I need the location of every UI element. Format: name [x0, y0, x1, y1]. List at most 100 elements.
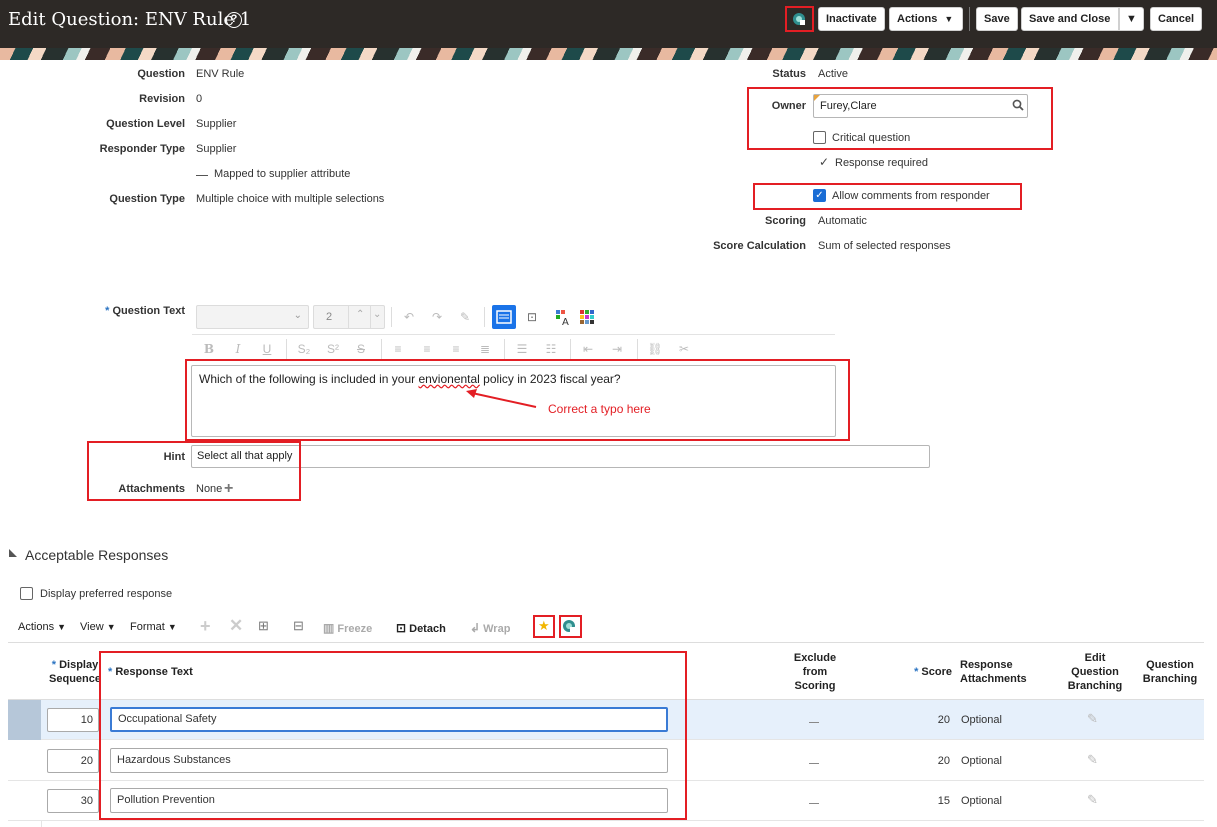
- inactivate-button[interactable]: Inactivate: [818, 7, 885, 31]
- chevron-down-icon: ▼: [106, 622, 116, 632]
- align-right-icon[interactable]: ≡: [447, 340, 465, 358]
- score-value: 15: [937, 795, 950, 807]
- row-selector[interactable]: [8, 700, 41, 740]
- table-view-menu[interactable]: View ▼: [80, 621, 116, 633]
- bulleted-list-icon[interactable]: ☰: [513, 340, 531, 358]
- hint-input[interactable]: Select all that apply: [191, 445, 930, 468]
- indent-icon[interactable]: ⇥: [608, 340, 626, 358]
- response-required-label: Response required: [835, 157, 928, 169]
- unchecked-dash-icon: [809, 803, 819, 804]
- scoring-value: Automatic: [818, 215, 867, 227]
- revision-value: 0: [196, 93, 203, 105]
- divider: [570, 339, 571, 359]
- freeze-label: Freeze: [337, 623, 373, 635]
- table-view-label: View: [80, 621, 104, 633]
- freeze-button[interactable]: ▥ Freeze: [323, 621, 372, 635]
- background-color-icon[interactable]: [580, 310, 594, 327]
- font-size-select[interactable]: 2 ⌃ ⌄: [313, 305, 385, 329]
- question-level-value: Supplier: [196, 118, 237, 130]
- score-value: 20: [937, 714, 950, 726]
- save-button[interactable]: Save: [976, 7, 1018, 31]
- question-type-label: Question Type: [109, 193, 185, 205]
- decorative-banner: [0, 48, 1217, 60]
- exclude-line-3: Scoring: [794, 680, 836, 692]
- actions-menu-button[interactable]: Actions ▼: [889, 7, 963, 31]
- edit-pencil-icon[interactable]: ✎: [1087, 792, 1098, 808]
- divider: [637, 339, 638, 359]
- collapse-section-icon[interactable]: [9, 549, 17, 557]
- rich-text-mode-icon[interactable]: [492, 305, 516, 329]
- column-header-exclude-from-scoring[interactable]: Exclude from Scoring: [780, 651, 850, 693]
- responder-type-label: Responder Type: [99, 143, 185, 155]
- edit-pencil-icon[interactable]: ✎: [1087, 752, 1098, 768]
- redo-icon[interactable]: ↷: [428, 308, 446, 326]
- question-branching-line-2: Branching: [1142, 673, 1198, 685]
- wrap-label: Wrap: [483, 623, 511, 635]
- attachments-line-2: Attachments: [960, 673, 1027, 685]
- align-left-icon[interactable]: ≡: [389, 340, 407, 358]
- cancel-button[interactable]: Cancel: [1150, 7, 1203, 31]
- detach-label: Detach: [409, 623, 446, 635]
- sequence-input[interactable]: 30: [47, 789, 99, 813]
- highlight-owner: [747, 87, 1053, 150]
- save-and-close-button[interactable]: Save and Close: [1021, 7, 1119, 31]
- delete-row-icon[interactable]: ✕: [229, 617, 243, 635]
- scoring-label: Scoring: [765, 215, 806, 227]
- score-calculation-value: Sum of selected responses: [818, 240, 951, 252]
- display-sequence-line-2: Sequence: [49, 673, 101, 685]
- divider: [348, 306, 349, 328]
- chevron-down-icon: ▼: [944, 14, 954, 24]
- clear-format-icon[interactable]: ✎: [456, 308, 474, 326]
- responder-type-value: Supplier: [196, 143, 237, 155]
- divider: [484, 307, 485, 327]
- export-icon[interactable]: ⊞: [258, 618, 269, 634]
- column-header-edit-question-branching[interactable]: Edit Question Branching: [1060, 651, 1130, 693]
- align-center-icon[interactable]: ≡: [418, 340, 436, 358]
- divider: [8, 642, 1204, 643]
- question-branching-line-1: Question: [1146, 659, 1194, 671]
- column-header-response-attachments[interactable]: Response Attachments: [960, 658, 1027, 686]
- table-actions-menu[interactable]: Actions ▼: [18, 621, 66, 633]
- unchecked-dash-icon: [196, 175, 208, 176]
- save-options-chevron-down-icon[interactable]: ▼: [1119, 7, 1144, 31]
- attachments-value: Optional: [961, 714, 1002, 726]
- outdent-icon[interactable]: ⇤: [579, 340, 597, 358]
- undo-icon[interactable]: ↶: [400, 308, 418, 326]
- column-header-question-branching[interactable]: Question Branching: [1136, 658, 1204, 686]
- actions-label: Actions: [897, 13, 938, 25]
- italic-icon[interactable]: I: [229, 340, 247, 358]
- strikethrough-icon[interactable]: S: [352, 340, 370, 358]
- sequence-input[interactable]: 20: [47, 749, 99, 773]
- score-calculation-label: Score Calculation: [713, 240, 806, 252]
- edit-pencil-icon[interactable]: ✎: [1087, 711, 1098, 727]
- table-format-menu[interactable]: Format ▼: [130, 621, 177, 633]
- chevron-down-icon: ⌄: [293, 310, 302, 321]
- subscript-icon[interactable]: S₂: [295, 340, 313, 358]
- column-header-score[interactable]: * Score: [896, 665, 952, 679]
- text-color-icon[interactable]: A: [556, 310, 572, 329]
- attachments-value: Optional: [961, 755, 1002, 767]
- wrap-button[interactable]: ↲ Wrap: [470, 621, 510, 635]
- source-mode-icon[interactable]: ⊡: [523, 308, 541, 326]
- numbered-list-icon[interactable]: ☷: [542, 340, 560, 358]
- sequence-input[interactable]: 10: [47, 708, 99, 732]
- bold-icon[interactable]: B: [200, 340, 218, 358]
- exclude-line-2: from: [802, 666, 828, 678]
- revision-label: Revision: [139, 93, 185, 105]
- superscript-icon[interactable]: S²: [324, 340, 342, 358]
- font-name-select[interactable]: ⌄: [196, 305, 309, 329]
- filter-icon[interactable]: ⊟: [293, 618, 304, 634]
- divider: [381, 339, 382, 359]
- detach-button[interactable]: ⊡ Detach: [396, 621, 446, 635]
- increase-icon[interactable]: ⌃: [356, 309, 364, 320]
- help-icon[interactable]: ?: [226, 12, 242, 28]
- unlink-icon[interactable]: ✂: [675, 340, 693, 358]
- link-icon[interactable]: ⛓: [646, 340, 664, 358]
- add-row-icon[interactable]: +: [200, 617, 211, 635]
- display-preferred-checkbox[interactable]: [20, 587, 33, 600]
- align-justify-icon[interactable]: ≣: [476, 340, 494, 358]
- page-title: Edit Question: ENV Rule 1: [8, 9, 252, 30]
- underline-icon[interactable]: U: [258, 340, 276, 358]
- question-type-value: Multiple choice with multiple selections: [196, 193, 385, 205]
- decrease-icon[interactable]: ⌄: [373, 309, 381, 320]
